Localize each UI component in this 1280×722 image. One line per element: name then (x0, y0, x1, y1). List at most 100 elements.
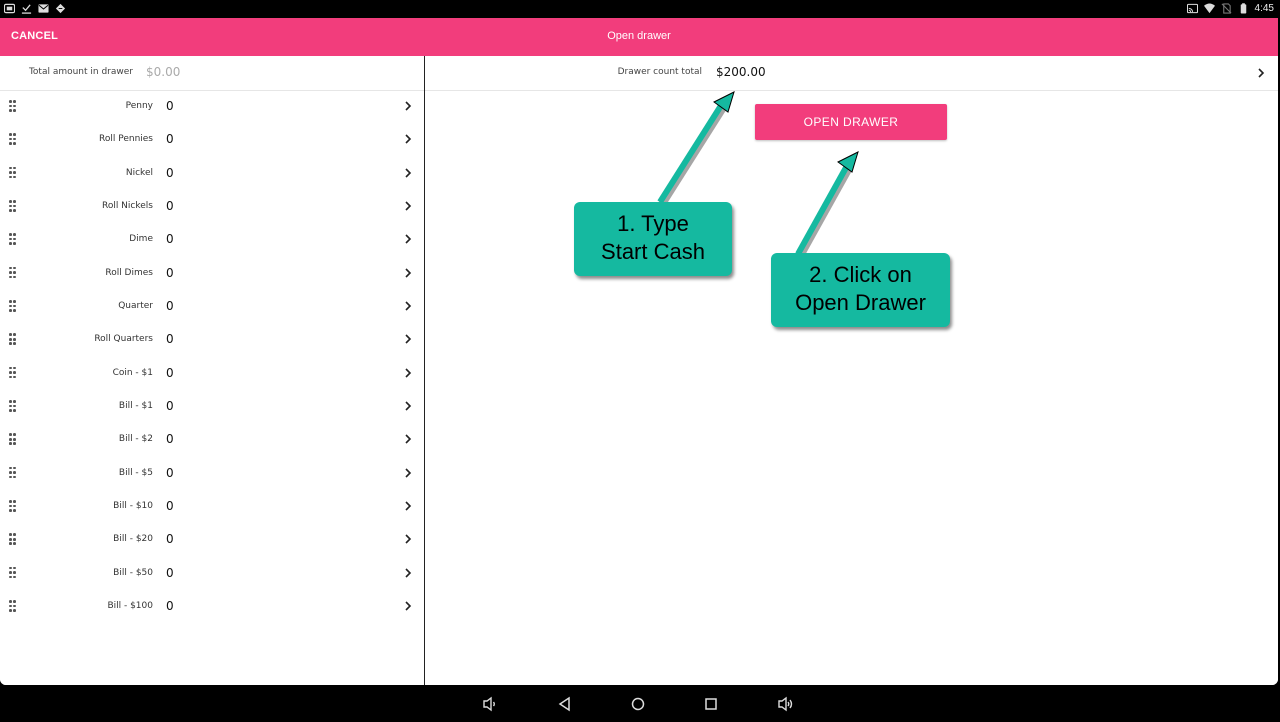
denomination-row[interactable]: Bill - $100 0 (0, 590, 424, 623)
drag-handle-icon[interactable] (9, 166, 18, 179)
drag-handle-icon[interactable] (9, 233, 18, 245)
drawer-panel: Drawer count total $200.00 OPEN DRAWER (425, 56, 1278, 685)
chevron-right-icon[interactable] (404, 468, 412, 478)
denomination-row[interactable]: Roll Quarters 0 (0, 323, 424, 356)
denomination-row[interactable]: Roll Dimes 0 (0, 257, 424, 290)
back-icon[interactable] (556, 695, 574, 713)
denomination-row[interactable]: Nickel 0 (0, 157, 424, 190)
no-sim-icon (1221, 3, 1232, 14)
app-window: CANCEL Open drawer Total amount in drawe… (0, 18, 1278, 685)
denomination-row[interactable]: Bill - $2 0 (0, 423, 424, 456)
denomination-count[interactable]: 0 (166, 599, 174, 613)
denomination-row[interactable]: Coin - $1 0 (0, 357, 424, 390)
denomination-count[interactable]: 0 (166, 266, 174, 280)
chevron-right-icon[interactable] (404, 601, 412, 611)
chevron-right-icon[interactable] (404, 434, 412, 445)
chevron-right-icon[interactable] (404, 101, 412, 111)
denomination-row[interactable]: Bill - $20 0 (0, 523, 424, 556)
denomination-label: Dime (129, 234, 153, 245)
drag-handle-icon[interactable] (9, 200, 18, 212)
drag-handle-icon[interactable] (9, 500, 18, 512)
callout-1-line-2: Start Cash (601, 239, 705, 264)
status-bar: 4:45 (0, 0, 1280, 18)
denomination-label: Bill - $2 (118, 434, 153, 445)
drag-handle-icon[interactable] (9, 466, 18, 479)
denomination-count[interactable]: 0 (166, 166, 174, 180)
chevron-right-icon[interactable] (404, 368, 412, 378)
denomination-count[interactable]: 0 (166, 432, 174, 446)
drag-handle-icon[interactable] (9, 333, 18, 345)
volume-down-icon[interactable] (481, 695, 499, 713)
denomination-count[interactable]: 0 (166, 232, 174, 246)
denomination-count[interactable]: 0 (166, 299, 174, 313)
denomination-count[interactable]: 0 (166, 366, 174, 380)
chevron-right-icon[interactable] (404, 134, 412, 144)
denomination-count[interactable]: 0 (166, 199, 174, 213)
chevron-right-icon[interactable] (404, 401, 412, 411)
wifi-icon (1203, 3, 1215, 14)
denomination-row[interactable]: Bill - $10 0 (0, 490, 424, 523)
chevron-right-icon[interactable] (404, 334, 412, 344)
denomination-label: Roll Pennies (99, 134, 153, 145)
drag-handle-icon[interactable] (9, 266, 18, 279)
drawer-count-row[interactable]: Drawer count total $200.00 (425, 56, 1278, 91)
drag-handle-icon[interactable] (9, 100, 18, 112)
battery-icon (1240, 3, 1246, 14)
denomination-count[interactable]: 0 (166, 532, 174, 546)
chevron-right-icon[interactable] (404, 168, 412, 178)
drawer-count-label: Drawer count total (617, 67, 702, 77)
home-icon[interactable] (629, 695, 647, 713)
denomination-row[interactable]: Quarter 0 (0, 290, 424, 323)
chevron-right-icon[interactable] (404, 534, 412, 545)
denomination-label: Bill - $100 (107, 601, 153, 612)
denomination-count[interactable]: 0 (166, 132, 174, 146)
chevron-right-icon[interactable] (404, 268, 412, 278)
denomination-count[interactable]: 0 (166, 99, 174, 113)
chevron-right-icon[interactable] (404, 201, 412, 211)
total-amount-value: $0.00 (146, 65, 181, 79)
open-drawer-button[interactable]: OPEN DRAWER (755, 104, 947, 140)
volume-up-icon[interactable] (777, 695, 795, 713)
denomination-count[interactable]: 0 (166, 399, 174, 413)
mail-icon (38, 4, 49, 13)
total-amount-label: Total amount in drawer (28, 67, 133, 77)
chevron-right-icon[interactable] (404, 568, 412, 578)
drag-handle-icon[interactable] (9, 600, 18, 612)
denomination-label: Roll Nickels (101, 201, 153, 212)
denominations-panel: Total amount in drawer $0.00 Penny 0 Roll … (0, 56, 425, 685)
denomination-row[interactable]: Roll Pennies 0 (0, 123, 424, 156)
drag-handle-icon[interactable] (9, 133, 18, 145)
drag-handle-icon[interactable] (9, 433, 18, 446)
chevron-right-icon[interactable] (404, 501, 412, 511)
denomination-count[interactable]: 0 (166, 332, 174, 346)
callout-click-open-drawer: 2. Click on Open Drawer (771, 253, 950, 327)
recents-icon[interactable] (702, 695, 720, 713)
denomination-count[interactable]: 0 (166, 466, 174, 480)
drag-handle-icon[interactable] (9, 300, 18, 312)
denomination-row[interactable]: Dime 0 (0, 223, 424, 256)
drag-handle-icon[interactable] (9, 566, 18, 579)
denomination-row[interactable]: Bill - $50 0 (0, 557, 424, 590)
chevron-right-icon[interactable] (1257, 68, 1265, 78)
drawer-count-value[interactable]: $200.00 (716, 65, 766, 79)
denomination-row[interactable]: Bill - $1 0 (0, 390, 424, 423)
drag-handle-icon[interactable] (9, 400, 18, 412)
denomination-label: Quarter (118, 301, 153, 312)
denomination-row[interactable]: Bill - $5 0 (0, 457, 424, 490)
app-bar: CANCEL Open drawer (0, 18, 1278, 56)
denomination-row[interactable]: Roll Nickels 0 (0, 190, 424, 223)
denomination-row[interactable]: Penny 0 (0, 90, 424, 123)
denomination-count[interactable]: 0 (166, 499, 174, 513)
total-amount-row: Total amount in drawer $0.00 (0, 56, 424, 91)
chevron-right-icon[interactable] (404, 234, 412, 244)
callout-2-line-2: Open Drawer (795, 290, 926, 315)
denomination-label: Bill - $50 (113, 567, 153, 578)
denomination-label: Roll Dimes (105, 267, 153, 278)
chevron-right-icon[interactable] (404, 301, 412, 311)
denomination-label: Bill - $10 (113, 501, 153, 512)
drag-handle-icon[interactable] (9, 366, 18, 379)
cast-icon (1186, 3, 1198, 14)
drag-handle-icon[interactable] (9, 533, 18, 546)
screen-cast-icon (4, 3, 15, 14)
denomination-count[interactable]: 0 (166, 566, 174, 580)
